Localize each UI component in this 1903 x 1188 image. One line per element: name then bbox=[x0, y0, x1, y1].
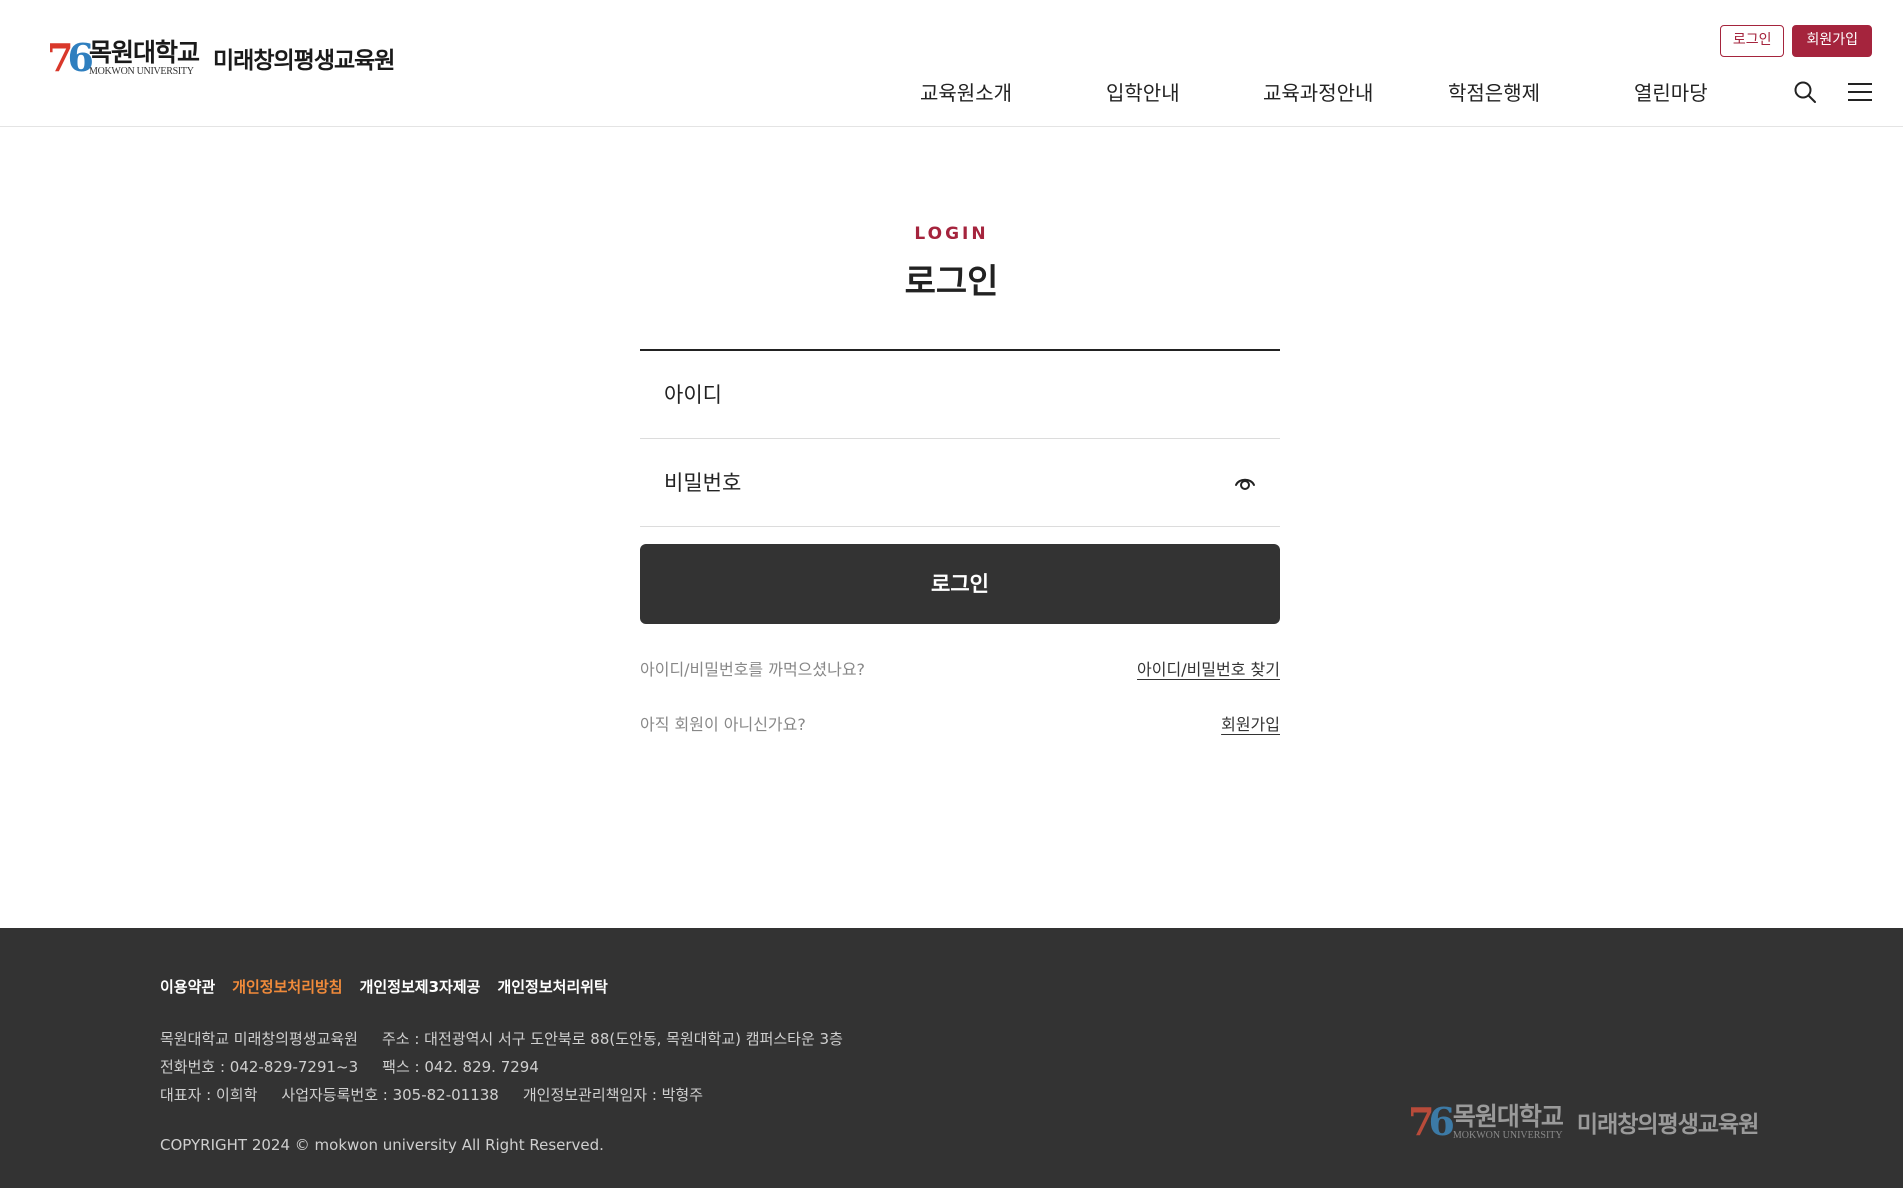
password-field-row bbox=[640, 439, 1280, 527]
footer-logo: 76 목원대학교 MOKWON UNIVERSITY 미래창의평생교육원 bbox=[1408, 1099, 1759, 1144]
university-name-en: MOKWON UNIVERSITY bbox=[89, 65, 194, 77]
footer-copyright: COPYRIGHT 2024 © mokwon university All R… bbox=[160, 1136, 604, 1154]
institute-name: 미래창의평생교육원 bbox=[213, 48, 395, 74]
footer-link-third-party[interactable]: 개인정보제3자제공 bbox=[360, 976, 481, 997]
footer-link-outsourcing[interactable]: 개인정보처리위탁 bbox=[497, 976, 607, 997]
id-input[interactable] bbox=[640, 351, 1280, 438]
find-account-link[interactable]: 아이디/비밀번호 찾기 bbox=[1137, 656, 1280, 680]
footer-address: 주소 : 대전광역시 서구 도안북로 88(도안동, 목원대학교) 캠퍼스타운 … bbox=[381, 1030, 843, 1048]
footer-ceo: 대표자 : 이희학 bbox=[160, 1086, 258, 1104]
signup-link[interactable]: 회원가입 bbox=[1221, 711, 1280, 735]
university-name: 목원대학교 MOKWON UNIVERSITY bbox=[89, 37, 200, 77]
password-input[interactable] bbox=[640, 439, 1280, 526]
page-title: 로그인 bbox=[904, 262, 999, 302]
site-header: 76 목원대학교 MOKWON UNIVERSITY 미래창의평생교육원 로그인… bbox=[0, 0, 1903, 127]
footer-info-line-2: 전화번호 : 042-829-7291~3 팩스 : 042. 829. 7294 bbox=[160, 1056, 539, 1077]
footer-institute-name: 미래창의평생교육원 bbox=[1576, 1112, 1759, 1138]
footer-university-name-kr: 목원대학교 bbox=[1452, 1101, 1564, 1131]
signup-question: 아직 회원이 아니신가요? bbox=[640, 715, 806, 734]
header-login-button[interactable]: 로그인 bbox=[1719, 25, 1785, 57]
search-icon[interactable] bbox=[1793, 80, 1817, 104]
nav-item-about[interactable]: 교육원소개 bbox=[920, 77, 1012, 106]
footer-links: 이용약관 개인정보처리방침 개인정보제3자제공 개인정보처리위탁 bbox=[160, 976, 608, 997]
id-field-row bbox=[640, 351, 1280, 439]
login-submit-button[interactable]: 로그인 bbox=[640, 544, 1280, 624]
footer-org-name: 목원대학교 미래창의평생교육원 bbox=[160, 1030, 358, 1048]
footer-business-number: 사업자등록번호 : 305-82-01138 bbox=[281, 1086, 499, 1104]
nav-item-admission[interactable]: 입학안내 bbox=[1106, 77, 1180, 106]
footer-info-line-3: 대표자 : 이희학 사업자등록번호 : 305-82-01138 개인정보관리책임자… bbox=[160, 1084, 703, 1105]
login-eyebrow: LOGIN bbox=[914, 224, 989, 244]
footer-info-line-1: 목원대학교 미래창의평생교육원 주소 : 대전광역시 서구 도안북로 88(도안동… bbox=[160, 1028, 843, 1049]
footer-anniversary-logo-mark: 76 bbox=[1408, 1099, 1455, 1144]
footer-link-privacy-policy[interactable]: 개인정보처리방침 bbox=[232, 976, 342, 997]
nav-item-community[interactable]: 열린마당 bbox=[1634, 77, 1708, 106]
hamburger-menu-icon[interactable] bbox=[1848, 82, 1872, 102]
anniversary-logo-mark: 76 bbox=[47, 35, 94, 80]
login-form bbox=[640, 349, 1280, 527]
footer-university-name-en: MOKWON UNIVERSITY bbox=[1452, 1129, 1563, 1141]
footer-phone: 전화번호 : 042-829-7291~3 bbox=[160, 1058, 359, 1076]
show-password-eye-icon[interactable] bbox=[1234, 473, 1256, 493]
university-name-kr: 목원대학교 bbox=[89, 37, 200, 67]
top-utility-buttons: 로그인 회원가입 bbox=[1719, 25, 1872, 57]
footer-university-name: 목원대학교 MOKWON UNIVERSITY bbox=[1452, 1101, 1564, 1141]
footer-link-terms[interactable]: 이용약관 bbox=[160, 976, 215, 997]
find-account-question: 아이디/비밀번호를 까먹으셨나요? bbox=[640, 660, 866, 679]
site-logo[interactable]: 76 목원대학교 MOKWON UNIVERSITY 미래창의평생교육원 bbox=[47, 35, 395, 80]
nav-item-curriculum[interactable]: 교육과정안내 bbox=[1263, 77, 1373, 106]
footer-privacy-officer: 개인정보관리책임자 : 박형주 bbox=[522, 1086, 704, 1104]
footer-fax: 팩스 : 042. 829. 7294 bbox=[382, 1058, 539, 1076]
header-signup-button[interactable]: 회원가입 bbox=[1792, 25, 1872, 57]
nav-item-credit-bank[interactable]: 학점은행제 bbox=[1448, 77, 1540, 106]
site-footer: 이용약관 개인정보처리방침 개인정보제3자제공 개인정보처리위탁 목원대학교 미… bbox=[0, 928, 1903, 1188]
